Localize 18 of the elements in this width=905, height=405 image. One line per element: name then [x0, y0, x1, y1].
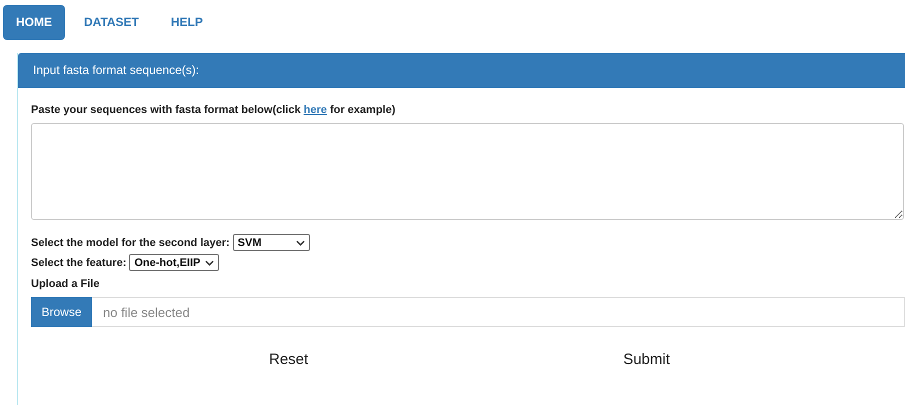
- action-button[interactable]: Submit: [607, 347, 686, 372]
- browse-button[interactable]: Browse: [31, 297, 92, 327]
- sequence-input[interactable]: [31, 123, 904, 220]
- upload-label: Upload a File: [31, 278, 100, 290]
- dropdown[interactable]: SVM: [232, 234, 310, 251]
- file-name-field[interactable]: no file selected: [92, 297, 905, 327]
- dropdown[interactable]: One-hot,EIIP: [129, 254, 220, 271]
- caret-icon: [296, 240, 305, 246]
- nav-tab[interactable]: DATASET: [71, 5, 152, 40]
- example-link[interactable]: here: [304, 104, 327, 116]
- nav-tab[interactable]: HOME: [3, 5, 65, 40]
- select-label: Select the feature:: [31, 256, 126, 268]
- select-label: Select the model for the second layer:: [31, 236, 230, 248]
- action-button[interactable]: Reset: [253, 347, 324, 372]
- nav-tab[interactable]: HELP: [158, 5, 216, 40]
- instruction-text: Paste your sequences with fasta format below(click here for example): [31, 104, 396, 116]
- panel-header: Input fasta format sequence(s):: [18, 53, 905, 88]
- caret-icon: [205, 260, 214, 266]
